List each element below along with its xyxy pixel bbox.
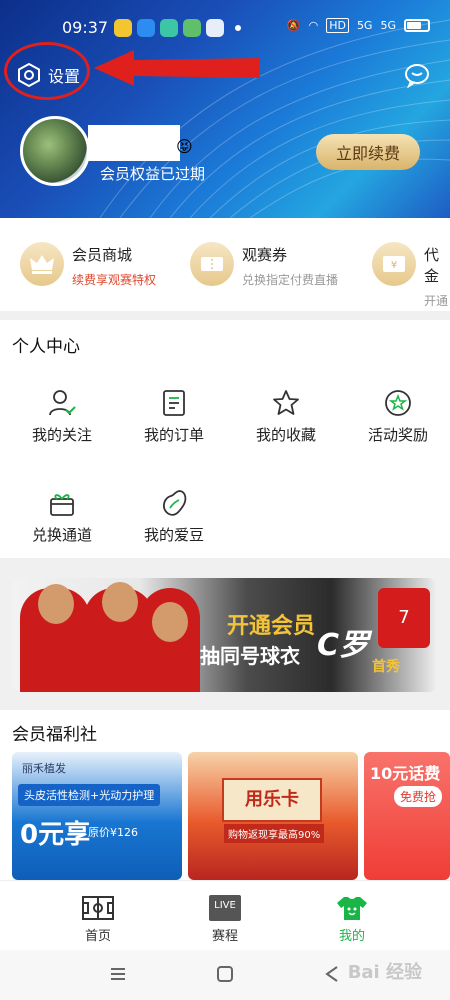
mute-icon: 🔕 — [286, 19, 301, 32]
benefit-subtitle: 兑换指定付费直播 — [242, 273, 339, 287]
promo-banner[interactable]: 开通会员 抽同号球衣 C罗 首秀 7 — [12, 578, 438, 692]
avatar[interactable] — [20, 116, 90, 186]
svg-text:¥: ¥ — [391, 260, 397, 271]
banner-debut: 首秀 — [372, 659, 400, 675]
banner-headline: 开通会员 — [227, 614, 316, 639]
benefit-mall[interactable]: 会员商城 续费享观赛特权 — [20, 242, 156, 288]
signal-5g-1: 5G — [356, 19, 373, 32]
grid-label: 兑换通道 — [31, 526, 92, 544]
grid-item-rewards[interactable]: 活动奖励 — [342, 388, 450, 445]
tab-label: 我的 — [338, 929, 365, 944]
status-bar: 09:37 🔕 ◠ HD 5G 5G — [0, 0, 450, 40]
status-app-icons — [114, 19, 241, 37]
bottom-tab-bar: 首页 LIVE 赛程 我的 — [0, 880, 450, 950]
benefit-subtitle: 开通会 — [424, 294, 449, 308]
grid-item-idol[interactable]: 我的爱豆 — [118, 488, 230, 545]
card-price-big: 0元享 — [20, 820, 91, 850]
grid-item-orders[interactable]: 我的订单 — [118, 388, 230, 445]
benefit-title: 会员商城 — [72, 246, 133, 264]
status-indicators: 🔕 ◠ HD 5G 5G — [287, 18, 430, 33]
battery-icon — [404, 19, 430, 32]
personal-center: 个人中心 我的关注 我的订单 我的收藏 活动奖励 兑换通道 我的爱豆 — [0, 320, 450, 558]
wifi-icon: ◠ — [308, 19, 319, 32]
welfare-section: 会员福利社 丽禾植发 头皮活性检测+光动力护理 0元享 原价¥126 用乐卡 购… — [0, 710, 450, 880]
renew-button[interactable]: 立即续费 — [316, 134, 420, 170]
player-face — [38, 584, 74, 624]
card-title: 用乐卡 — [222, 778, 322, 822]
member-header: 09:37 🔕 ◠ HD 5G 5G 设置 😝 会员权益已过期 立即续费 — [0, 0, 450, 218]
tab-label: 赛程 — [211, 929, 238, 944]
grid-label: 我的订单 — [143, 426, 204, 444]
username-redacted — [88, 125, 180, 161]
benefit-ticket[interactable]: 观赛券 兑换指定付费直播 — [190, 242, 338, 288]
banner-c-ronaldo: C罗 — [317, 628, 370, 663]
voucher-icon: ¥ — [372, 242, 416, 286]
home-field-icon — [82, 896, 114, 920]
user-check-icon — [49, 390, 76, 416]
crown-icon — [20, 242, 64, 286]
tab-home[interactable]: 首页 — [58, 895, 138, 944]
card-brand: 丽禾植发 — [22, 762, 66, 775]
tab-mine[interactable]: 我的 — [312, 895, 392, 944]
hd-badge: HD — [326, 18, 349, 33]
benefit-voucher[interactable]: ¥ 代金 开通会 — [372, 242, 450, 311]
benefit-subtitle: 续费享观赛特权 — [72, 273, 157, 287]
benefit-title: 观赛券 — [242, 246, 288, 264]
card-subtitle: 购物返现享最高90% — [224, 824, 325, 843]
grid-item-redeem[interactable]: 兑换通道 — [6, 488, 118, 545]
notification-app-icon — [114, 19, 132, 37]
welfare-card-phone[interactable]: 10元话费 免费抢 — [364, 752, 450, 880]
menu-icon[interactable] — [108, 964, 128, 984]
player-face — [152, 602, 188, 642]
tab-label: 首页 — [84, 929, 111, 944]
bean-icon — [163, 490, 187, 516]
notification-app-icon — [206, 19, 224, 37]
card-price-original: 原价¥126 — [88, 826, 138, 839]
annotation-circle — [4, 42, 90, 100]
order-icon — [163, 390, 185, 416]
more-dot-icon — [235, 25, 241, 31]
member-status-text: 会员权益已过期 — [100, 165, 206, 183]
banner-subline: 抽同号球衣 — [200, 644, 300, 668]
card-grab-button[interactable]: 免费抢 — [394, 786, 443, 807]
benefits-strip: 会员商城 续费享观赛特权 观赛券 兑换指定付费直播 ¥ 代金 开通会 — [0, 218, 450, 311]
grid-item-favorites[interactable]: 我的收藏 — [230, 388, 342, 445]
back-icon[interactable] — [322, 964, 342, 984]
welfare-card-lecard[interactable]: 用乐卡 购物返现享最高90% — [188, 752, 358, 880]
award-icon — [385, 390, 411, 416]
grid-item-follow[interactable]: 我的关注 — [6, 388, 118, 445]
tab-schedule[interactable]: LIVE 赛程 — [185, 895, 265, 944]
live-icon-text: LIVE — [214, 900, 236, 911]
grid-label: 我的爱豆 — [143, 526, 204, 544]
section-title-welfare: 会员福利社 — [12, 725, 97, 745]
card-title: 10元话费 — [370, 764, 441, 783]
star-icon — [273, 390, 299, 415]
status-time: 09:37 — [62, 18, 109, 37]
watermark: Bai 经验 — [347, 962, 422, 983]
welfare-card-hair[interactable]: 丽禾植发 头皮活性检测+光动力护理 0元享 原价¥126 — [12, 752, 182, 880]
level-emoji: 😝 — [176, 137, 193, 156]
notification-app-icon — [137, 19, 155, 37]
notification-app-icon — [160, 19, 178, 37]
section-title-personal: 个人中心 — [12, 337, 80, 357]
mine-shirt-icon — [337, 897, 367, 920]
message-icon[interactable] — [404, 62, 430, 88]
gift-icon — [50, 494, 74, 516]
home-square-icon[interactable] — [215, 964, 235, 984]
ticket-icon — [190, 242, 234, 286]
signal-5g-2: 5G — [380, 19, 396, 32]
live-icon: LIVE — [209, 895, 241, 921]
player-face — [102, 582, 138, 622]
grid-label: 我的收藏 — [255, 426, 316, 444]
grid-label: 我的关注 — [31, 426, 92, 444]
notification-app-icon — [183, 19, 201, 37]
annotation-arrow — [94, 50, 260, 86]
grid-label: 活动奖励 — [367, 426, 428, 444]
card-service: 头皮活性检测+光动力护理 — [18, 784, 161, 806]
jersey-image: 7 — [378, 588, 430, 648]
benefit-title: 代金 — [424, 246, 440, 285]
